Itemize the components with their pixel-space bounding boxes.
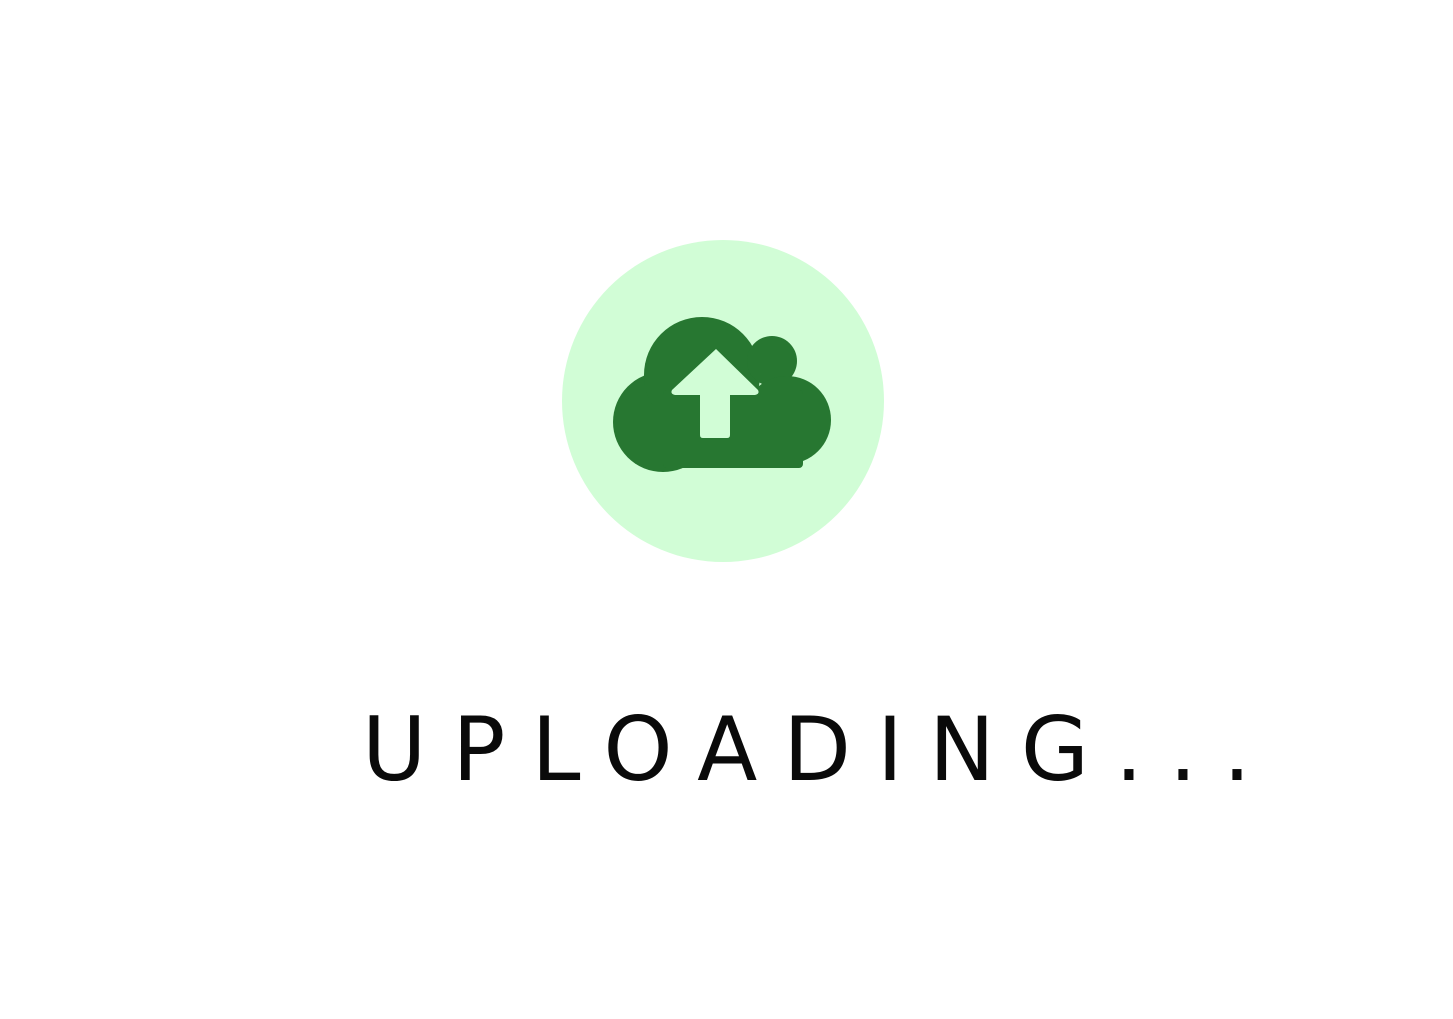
upload-icon-badge <box>562 240 884 562</box>
uploading-status-label: UPLOADING... <box>362 698 1277 801</box>
cloud-upload-icon <box>613 317 831 472</box>
upload-status-screen: UPLOADING... <box>0 0 1453 1019</box>
